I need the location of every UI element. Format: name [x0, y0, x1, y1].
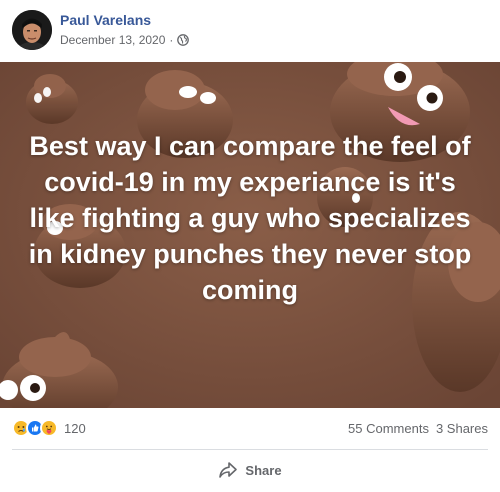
reaction-stats-bar: 120 55 Comments 3 Shares [0, 408, 500, 448]
author-name[interactable]: Paul Varelans [60, 12, 151, 28]
comments-count-link[interactable]: 55 Comments [348, 421, 429, 436]
image-overlay-text: Best way I can compare the feel of covid… [28, 131, 472, 305]
share-arrow-icon [218, 461, 238, 479]
post-actions-bar: Share [0, 450, 500, 490]
post-date[interactable]: December 13, 2020 [60, 33, 165, 47]
reaction-count[interactable]: 120 [64, 421, 86, 436]
engagement-counts: 55 Comments 3 Shares [348, 421, 488, 436]
shares-count-link[interactable]: 3 Shares [436, 421, 488, 436]
share-button[interactable]: Share [204, 455, 295, 485]
post-image[interactable]: Best way I can compare the feel of covid… [0, 62, 500, 408]
care-reaction-icon [40, 419, 58, 437]
avatar[interactable] [12, 10, 52, 50]
post-card: Paul Varelans December 13, 2020 · Best w… [0, 0, 500, 492]
reactions-summary[interactable]: 120 [12, 419, 86, 437]
share-label: Share [245, 462, 282, 478]
meta-separator: · [169, 33, 174, 47]
globe-icon[interactable] [177, 34, 190, 46]
post-header: Paul Varelans December 13, 2020 · [0, 0, 500, 62]
post-meta: December 13, 2020 · [60, 33, 190, 47]
